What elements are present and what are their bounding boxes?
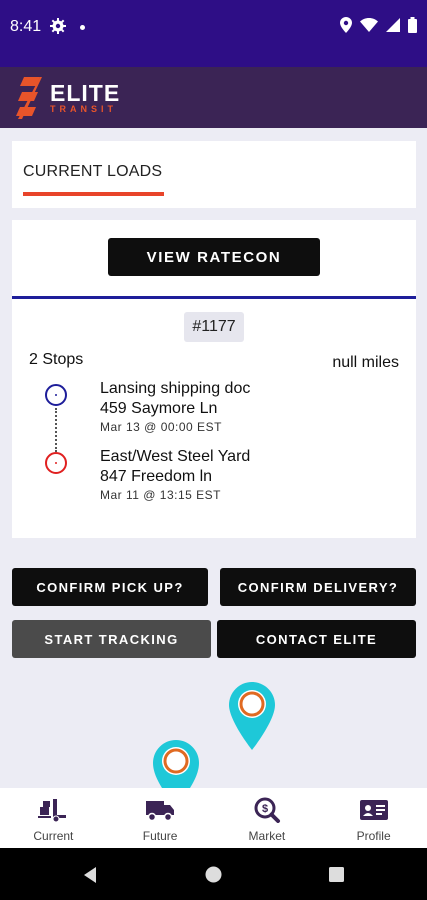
- id-card-icon: [359, 800, 388, 820]
- map-pin-icon[interactable]: [229, 682, 275, 750]
- stop-address: 459 Saymore Ln: [100, 400, 218, 417]
- map-pin-icon[interactable]: [153, 740, 199, 788]
- stop-name: East/West Steel Yard: [100, 448, 251, 465]
- stop-date: Mar 11 @ 13:15 EST: [100, 488, 222, 502]
- logo-mark-icon: [16, 77, 42, 119]
- pickup-marker-icon: [45, 384, 67, 406]
- stop-name: Lansing shipping doc: [100, 380, 251, 397]
- recents-icon[interactable]: [329, 867, 344, 882]
- status-time: 8:41: [10, 18, 42, 35]
- stops-count: 2 Stops: [29, 351, 84, 368]
- load-miles: null miles: [332, 354, 399, 371]
- truck-icon: [146, 801, 175, 822]
- signal-icon: [386, 18, 400, 32]
- nav-label-market: Market: [248, 829, 286, 843]
- contact-elite-button[interactable]: CONTACT ELITE: [217, 620, 416, 658]
- wifi-icon: [360, 18, 378, 32]
- confirm-pickup-button[interactable]: CONFIRM PICK UP?: [12, 568, 208, 606]
- nav-item-market[interactable]: $ Market: [214, 788, 321, 848]
- view-ratecon-button[interactable]: VIEW RATECON: [108, 238, 320, 276]
- stop-date: Mar 13 @ 00:00 EST: [100, 420, 222, 434]
- stop-connector: [55, 408, 57, 452]
- truck-loading-icon: [38, 799, 67, 823]
- elite-transit-logo: ELITE TRANSIT: [16, 75, 120, 121]
- nav-item-profile[interactable]: Profile: [320, 788, 427, 848]
- nav-label-profile: Profile: [356, 829, 391, 843]
- system-navigation-bar: [0, 848, 427, 900]
- tab-current-loads[interactable]: CURRENT LOADS: [23, 163, 162, 181]
- load-card: VIEW RATECON #1177 2 Stops null miles La…: [12, 220, 416, 538]
- bottom-navigation: Current Future $ Market Profile: [0, 788, 427, 848]
- home-icon[interactable]: [205, 866, 222, 883]
- card-divider: [12, 296, 416, 299]
- stop-address: 847 Freedom ln: [100, 468, 213, 485]
- delivery-marker-icon: [45, 452, 67, 474]
- back-icon[interactable]: [82, 866, 98, 884]
- nav-label-future: Future: [142, 829, 178, 843]
- location-icon: [340, 17, 352, 33]
- nav-item-future[interactable]: Future: [107, 788, 214, 848]
- logo-subtitle: TRANSIT: [50, 104, 117, 114]
- status-bar: 8:41: [0, 0, 427, 67]
- app-header: ELITE TRANSIT: [0, 67, 427, 128]
- confirm-delivery-button[interactable]: CONFIRM DELIVERY?: [220, 568, 416, 606]
- load-id-badge: #1177: [184, 312, 244, 342]
- dollar-search-icon: $: [254, 797, 280, 823]
- notification-dot-icon: [80, 25, 85, 30]
- settings-icon: [50, 18, 66, 34]
- loads-tab-card: CURRENT LOADS: [12, 141, 416, 208]
- nav-label-current: Current: [33, 829, 74, 843]
- nav-item-current[interactable]: Current: [0, 788, 107, 848]
- logo-title: ELITE: [50, 80, 121, 106]
- svg-text:$: $: [262, 803, 268, 815]
- tab-active-indicator: [23, 192, 164, 196]
- start-tracking-button[interactable]: START TRACKING: [12, 620, 211, 658]
- battery-icon: [408, 17, 417, 33]
